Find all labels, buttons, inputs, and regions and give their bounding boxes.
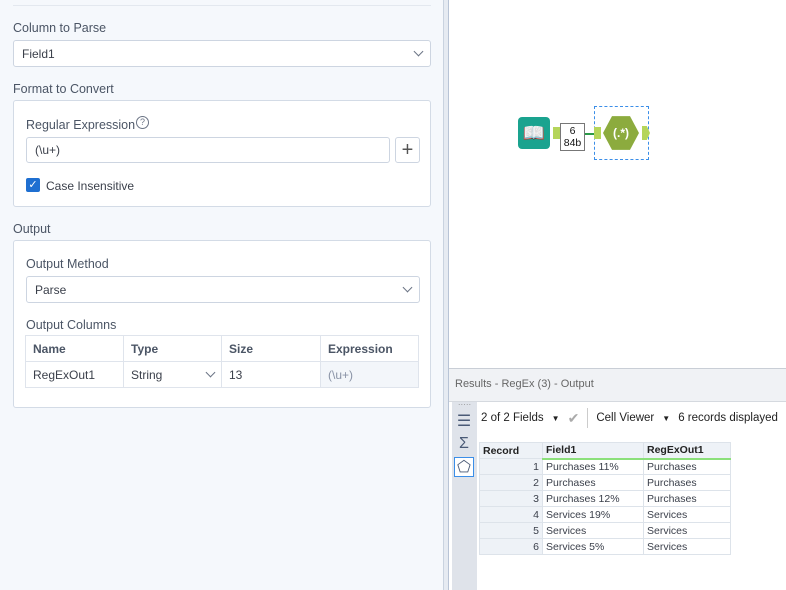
col-header: Expression <box>320 335 419 362</box>
output-label: Output <box>13 222 51 236</box>
table-row: 2 Purchases Purchases <box>479 474 731 491</box>
help-icon[interactable]: ? <box>136 116 149 129</box>
tag-icon[interactable]: ⬠ <box>454 457 474 477</box>
field1-cell[interactable]: Purchases 11% <box>542 458 644 475</box>
results-panel: Results - RegEx (3) - Output ····· ☰ Σ ⬠… <box>449 368 786 590</box>
caret-down-icon[interactable]: ▼ <box>552 414 560 423</box>
field1-cell[interactable]: Purchases <box>542 474 644 491</box>
col-header: Record <box>479 442 543 459</box>
record-cell[interactable]: 2 <box>479 474 543 491</box>
caret-down-icon[interactable]: ▼ <box>662 414 670 423</box>
plus-icon: + <box>401 138 414 161</box>
format-label: Format to Convert <box>13 82 114 96</box>
record-cell[interactable]: 5 <box>479 522 543 539</box>
fields-dropdown[interactable]: 2 of 2 Fields <box>481 412 544 424</box>
chevron-down-icon <box>413 46 424 57</box>
regexout1-cell[interactable]: Purchases <box>643 458 731 475</box>
output-method-select[interactable]: Parse <box>26 276 420 303</box>
results-sidebar: ····· ☰ Σ ⬠ <box>452 401 477 590</box>
expression-cell: (\u+) <box>320 361 419 388</box>
selected-value: Parse <box>35 282 67 297</box>
type-value: String <box>131 367 163 382</box>
data-size: 84b <box>563 137 582 149</box>
record-cell[interactable]: 3 <box>479 490 543 507</box>
field1-cell[interactable]: Services 19% <box>542 506 644 523</box>
column-to-parse-select[interactable]: Field1 <box>13 40 431 67</box>
regexout1-cell[interactable]: Services <box>643 506 731 523</box>
connection-record-count: 6 84b <box>560 123 585 151</box>
table-row: 3 Purchases 12% Purchases <box>479 490 731 507</box>
divider <box>13 5 431 6</box>
table-row: 6 Services 5% Services <box>479 538 731 555</box>
output-columns-table: Name Type Size Expression RegExOut1 String … <box>25 335 419 388</box>
chevron-down-icon <box>205 367 216 378</box>
results-table: Record Field1 RegExOut1 1 Purchases 11% Purc… <box>479 442 731 555</box>
selected-value: Field1 <box>22 46 55 61</box>
table-row: 4 Services 19% Services <box>479 506 731 523</box>
type-cell[interactable]: String <box>123 361 222 388</box>
table-view-icon[interactable]: ☰ <box>454 411 474 431</box>
record-cell[interactable]: 6 <box>479 538 543 555</box>
record-count: 6 <box>569 125 576 137</box>
case-insensitive-label: Case Insensitive <box>46 179 135 193</box>
input-anchor[interactable] <box>594 127 601 139</box>
output-columns-label: Output Columns <box>26 318 117 332</box>
add-expression-button[interactable]: + <box>395 137 420 163</box>
table-row: RegExOut1 String 13 (\u+) <box>25 361 419 388</box>
field1-cell[interactable]: Services <box>542 522 644 539</box>
workflow-canvas[interactable]: 📖 6 84b (.*) <box>449 0 786 368</box>
sigma-icon[interactable]: Σ <box>454 434 474 454</box>
col-header: Type <box>123 335 222 362</box>
name-cell[interactable]: RegExOut1 <box>25 361 124 388</box>
col-header: Size <box>221 335 321 362</box>
case-insensitive-checkbox[interactable]: ✓ <box>26 178 40 192</box>
output-anchor[interactable] <box>553 127 560 139</box>
check-icon[interactable]: ✔ <box>568 410 580 427</box>
size-cell[interactable]: 13 <box>221 361 321 388</box>
cell-viewer-dropdown[interactable]: Cell Viewer <box>596 412 654 424</box>
regexout1-cell[interactable]: Services <box>643 538 731 555</box>
output-method-label: Output Method <box>26 257 109 271</box>
table-row: 1 Purchases 11% Purchases <box>479 458 731 475</box>
regexout1-cell[interactable]: Services <box>643 522 731 539</box>
regexout1-cell[interactable]: Purchases <box>643 474 731 491</box>
field1-cell[interactable]: Services 5% <box>542 538 644 555</box>
col-header: Name <box>25 335 124 362</box>
record-cell[interactable]: 4 <box>479 506 543 523</box>
chevron-down-icon <box>402 282 413 293</box>
records-count: 6 records displayed <box>678 412 778 424</box>
col-header[interactable]: RegExOut1 <box>643 442 731 460</box>
regex-label: Regular Expression <box>26 118 136 132</box>
configuration-panel: Column to Parse Field1 Format to Convert… <box>0 0 443 590</box>
drag-handle-icon[interactable]: ····· <box>452 401 477 409</box>
text-input-tool-icon[interactable]: 📖 <box>518 117 550 149</box>
table-row: 5 Services Services <box>479 522 731 539</box>
results-toolbar: 2 of 2 Fields ▼ ✔ Cell Viewer ▼ 6 record… <box>481 408 778 428</box>
format-group: Regular Expression ? (\u+) + ✓ Case Inse… <box>13 100 431 207</box>
regex-input[interactable]: (\u+) <box>26 137 390 163</box>
field1-cell[interactable]: Purchases 12% <box>542 490 644 507</box>
results-title: Results - RegEx (3) - Output <box>449 368 786 402</box>
regex-value: (\u+) <box>35 143 61 157</box>
regexout1-cell[interactable]: Purchases <box>643 490 731 507</box>
column-to-parse-label: Column to Parse <box>13 21 107 35</box>
col-header[interactable]: Field1 <box>542 442 644 460</box>
toolbar-divider <box>587 408 589 428</box>
record-cell[interactable]: 1 <box>479 458 543 475</box>
